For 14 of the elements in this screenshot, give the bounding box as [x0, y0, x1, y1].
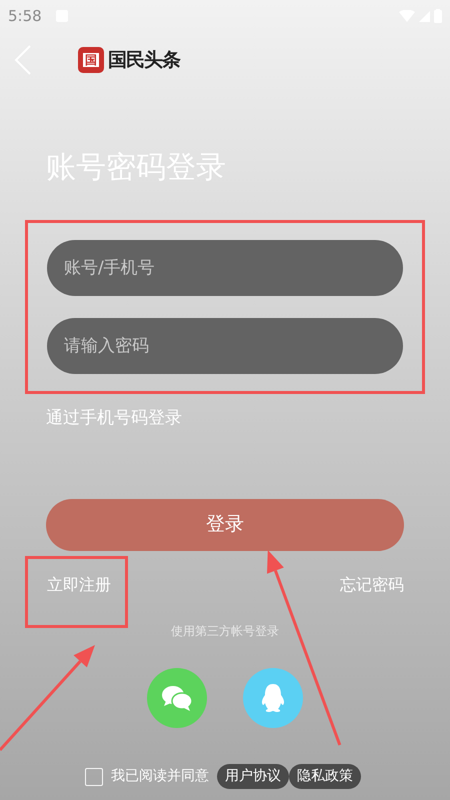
agreement-checkbox[interactable]	[85, 768, 103, 786]
privacy-policy-link[interactable]: 隐私政策	[289, 764, 361, 789]
app-logo-text: 国民头条	[108, 48, 180, 73]
account-field[interactable]: 账号/手机号	[47, 240, 403, 296]
status-time: 5:58	[8, 6, 42, 27]
chat-bubbles-icon	[161, 684, 193, 712]
forgot-password-link[interactable]: 忘记密码	[340, 572, 404, 596]
register-link[interactable]: 立即注册	[47, 574, 111, 594]
logo-mark: 国	[78, 47, 104, 73]
password-field[interactable]: 请输入密码	[47, 318, 403, 374]
user-agreement-link[interactable]: 用户协议	[217, 764, 289, 789]
login-button[interactable]: 登录	[46, 498, 404, 550]
penguin-icon	[260, 682, 286, 712]
agreement-text: 我已阅读并同意	[111, 767, 209, 786]
